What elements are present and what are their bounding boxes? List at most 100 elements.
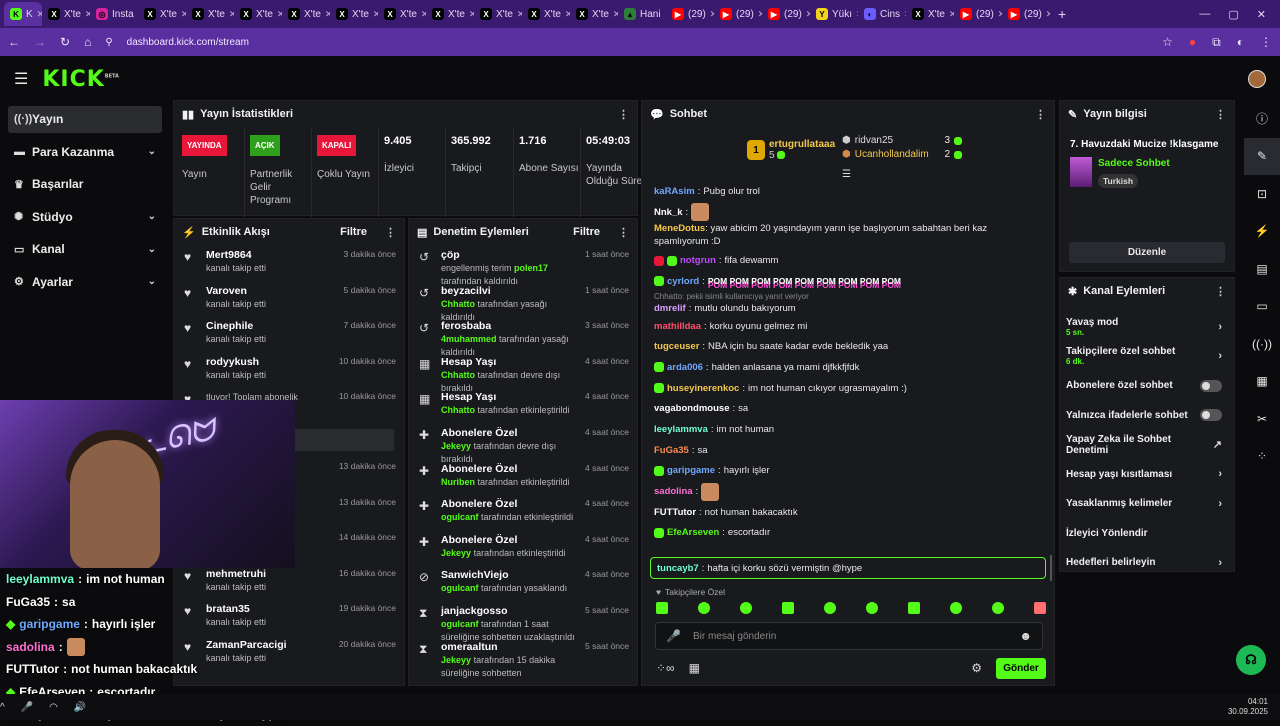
home-icon[interactable]: ⌂	[84, 35, 91, 49]
browser-tab[interactable]: ▶(29)✕	[762, 2, 810, 26]
chat-username[interactable]: kaRAsim	[654, 185, 695, 198]
tab-close-icon[interactable]: ✕	[949, 9, 954, 20]
stats-menu-icon[interactable]: ⋮	[618, 108, 629, 121]
browser-tab[interactable]: YYükı✕	[810, 2, 858, 26]
chat-username[interactable]: notgrun	[680, 254, 716, 267]
chat-username[interactable]: FuGa35	[654, 444, 689, 457]
moderation-title[interactable]: Hesap Yaşı	[441, 391, 496, 403]
microphone-icon[interactable]: 🎤	[666, 629, 681, 643]
browser-tab[interactable]: XX'te✕	[138, 2, 186, 26]
chat-message[interactable]: mathilldaa: korku oyunu gelmez mi	[642, 316, 1054, 337]
edit-stream-button[interactable]: Düzenle	[1069, 242, 1225, 263]
emoji-picker-icon[interactable]: ☻	[1019, 629, 1032, 643]
browser-tab[interactable]: ▶(29)✕	[1002, 2, 1050, 26]
chat-username[interactable]: arda006	[667, 361, 703, 374]
quick-emote-icon[interactable]	[1034, 602, 1046, 614]
chat-menu-icon[interactable]: ⋮	[1035, 108, 1046, 121]
tab-close-icon[interactable]: ✕	[806, 9, 810, 20]
chat-message[interactable]: EfeArseven: escortadır	[642, 523, 1054, 544]
channel-action-item[interactable]: Hedefleri belirleyin›	[1060, 548, 1234, 578]
chevron-right-icon[interactable]: ›	[1218, 321, 1222, 333]
chevron-right-icon[interactable]: ›	[1218, 498, 1222, 510]
moderation-title[interactable]: Abonelere Özel	[441, 534, 517, 546]
moderation-actor[interactable]: Jekeyy	[441, 548, 471, 558]
new-tab-icon[interactable]: +	[1050, 6, 1074, 22]
chat-input[interactable]: 🎤 Bir mesaj gönderin ☻	[655, 622, 1043, 650]
chat-message[interactable]: cyrlord: POM POM POM POM POM POM POM POM…	[642, 271, 1054, 292]
tray-volume-icon[interactable]: 🔊	[74, 702, 86, 713]
toggle-switch[interactable]	[1200, 380, 1222, 392]
channel-action-item[interactable]: Yalnızca ifadelerle sohbet	[1060, 401, 1234, 431]
chat-message[interactable]: leeylammva: im not human	[642, 419, 1054, 440]
chevron-down-icon[interactable]: ⌄	[148, 276, 156, 287]
activity-user[interactable]: Varoven	[206, 285, 247, 297]
tray-chevron-icon[interactable]: ^	[0, 702, 5, 713]
moderation-title[interactable]: ferosbaba	[441, 320, 491, 332]
tools-icon[interactable]: ✂	[1244, 400, 1280, 438]
moderation-menu-icon[interactable]: ⋮	[618, 226, 629, 239]
sidebar-item[interactable]: ⚙Ayarlar⌄	[8, 269, 162, 296]
leaderboard-expand-icon[interactable]: ☰	[842, 169, 851, 180]
moderation-actor[interactable]: Chhatto	[441, 405, 475, 415]
browser-tab[interactable]: XX'te✕	[186, 2, 234, 26]
chat-message[interactable]: MeneDotus: yaw abicim 20 yaşındayım yarı…	[642, 222, 1054, 250]
quick-emote-icon[interactable]	[698, 602, 710, 614]
browser-tab[interactable]: ▴Hani✕	[618, 2, 666, 26]
stream-tag[interactable]: Turkish	[1098, 174, 1138, 188]
chat-message[interactable]: arda006: halden anlasana ya mami djfkkfj…	[642, 357, 1054, 378]
tab-close-icon[interactable]: ✕	[373, 9, 378, 20]
menu-icon[interactable]: ⋮	[1260, 35, 1272, 49]
moderation-row[interactable]: ↺çöpengellenmiş terim polen17 tarafından…	[409, 245, 637, 281]
chat-scrollbar[interactable]	[1050, 555, 1052, 581]
chevron-right-icon[interactable]: ›	[1218, 557, 1222, 569]
tab-close-icon[interactable]: ✕	[710, 9, 714, 20]
tab-close-icon[interactable]: ✕	[277, 9, 282, 20]
taskbar-clock[interactable]: 04:01 30.09.2025	[1228, 697, 1268, 717]
activity-user[interactable]: Cinephile	[206, 320, 253, 332]
user-avatar[interactable]	[1248, 70, 1266, 88]
browser-tab[interactable]: XX'te✕	[42, 2, 90, 26]
tab-close-icon[interactable]: ✕	[229, 9, 234, 20]
chat-message[interactable]: Nnk_k:	[642, 202, 1054, 223]
browser-tab[interactable]: XX'te✕	[426, 2, 474, 26]
moderation-row[interactable]: ⊘SanwichViejoogulcanf tarafından yasakla…	[409, 565, 637, 601]
tab-close-icon[interactable]: ✕	[904, 9, 906, 20]
extension-icon[interactable]: ●	[1189, 35, 1196, 49]
activity-user[interactable]: Mert9864	[206, 249, 252, 261]
moderation-row[interactable]: ✚Abonelere Özelogulcanf tarafından etkin…	[409, 494, 637, 530]
document-icon[interactable]: ▤	[1244, 250, 1280, 288]
chat-username[interactable]: vagabondmouse	[654, 402, 730, 415]
chat-message[interactable]: huseyinerenkoc: im not human cıkıyor ugr…	[642, 378, 1054, 399]
activity-menu-icon[interactable]: ⋮	[385, 226, 396, 239]
tab-close-icon[interactable]: ✕	[469, 9, 474, 20]
tab-close-icon[interactable]: ✕	[37, 9, 42, 20]
moderation-row[interactable]: ✚Abonelere ÖzelNuriben tarafından etkinl…	[409, 459, 637, 495]
info-icon[interactable]: ⓘ	[1244, 100, 1280, 138]
browser-tab[interactable]: XX'te✕	[282, 2, 330, 26]
send-button[interactable]: Gönder	[996, 658, 1046, 679]
hamburger-icon[interactable]: ☰	[14, 69, 28, 89]
chat-icon[interactable]: ▭	[1244, 288, 1280, 326]
browser-tab[interactable]: ▶(29)✕	[954, 2, 1002, 26]
chat-message[interactable]: sadolina:	[642, 481, 1054, 502]
quick-emote-icon[interactable]	[950, 602, 962, 614]
category-thumbnail[interactable]	[1070, 157, 1092, 187]
tab-close-icon[interactable]: ✕	[613, 9, 618, 20]
tab-close-icon[interactable]: ✕	[517, 9, 522, 20]
quick-emote-icon[interactable]	[656, 602, 668, 614]
moderation-title[interactable]: janjackgosso	[441, 605, 508, 617]
moderation-row[interactable]: ✚Abonelere ÖzelJekeyy tarafından devre d…	[409, 423, 637, 459]
address-bar[interactable]: dashboard.kick.com/stream	[127, 37, 1149, 48]
moderation-actor[interactable]: ogulcanf	[441, 583, 479, 593]
tab-close-icon[interactable]: ✕	[758, 9, 762, 20]
chevron-down-icon[interactable]: ⌄	[148, 211, 156, 222]
channel-action-item[interactable]: Yavaş mod5 sn.›	[1060, 312, 1234, 342]
toggle-switch[interactable]	[1200, 409, 1222, 421]
chat-username[interactable]: Nnk_k	[654, 206, 683, 219]
channel-action-item[interactable]: Abonelere özel sohbet	[1060, 371, 1234, 401]
activity-user[interactable]: rodyykush	[206, 356, 259, 368]
kicks-icon[interactable]: ⁘∞	[656, 661, 675, 675]
channel-action-item[interactable]: Hesap yaşı kısıtlaması›	[1060, 460, 1234, 490]
browser-tab[interactable]: XX'te✕	[570, 2, 618, 26]
maximize-icon[interactable]: ▢	[1228, 8, 1238, 21]
